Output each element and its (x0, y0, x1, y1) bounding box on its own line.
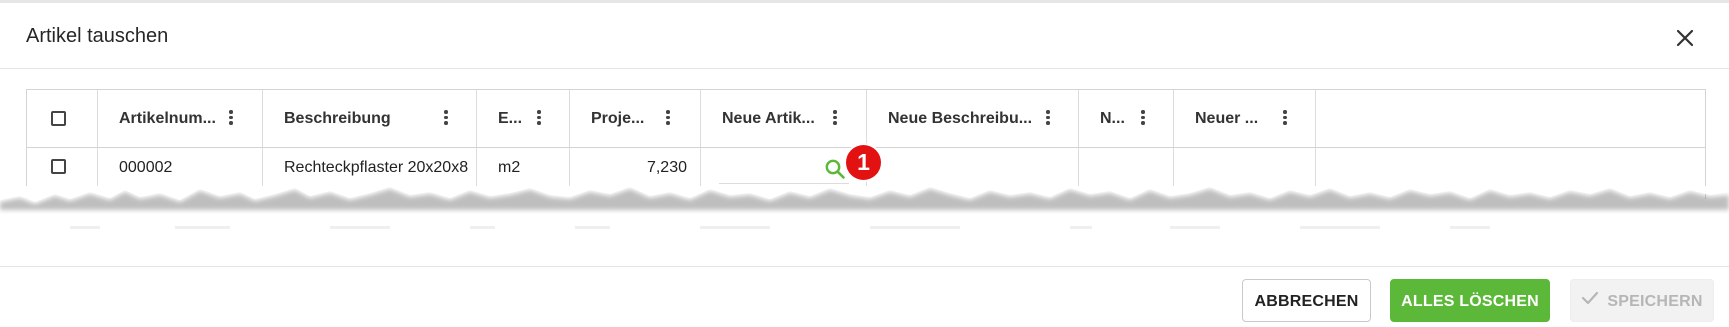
swap-article-dialog: Artikel tauschen Artikelnum... Beschreib… (0, 0, 1729, 327)
grid-header-row: Artikelnum... Beschreibung E... Proje...… (27, 90, 1705, 148)
cell-artikelnummer[interactable]: 000002 (98, 148, 263, 188)
header-cell-artikelnummer[interactable]: Artikelnum... (98, 90, 263, 147)
beschreibung-value: Rechteckpflaster 20x20x8 (284, 159, 469, 176)
annotation-badge: 1 (846, 145, 881, 180)
cell-neue-beschreibung[interactable] (867, 148, 1079, 188)
save-button[interactable]: SPEICHERN (1570, 279, 1714, 322)
dialog-title: Artikel tauschen (26, 25, 169, 47)
row-checkbox[interactable] (51, 159, 66, 174)
header-cell-projektmenge[interactable]: Proje... (570, 90, 701, 147)
select-all-checkbox[interactable] (51, 111, 66, 126)
column-header-beschreibung: Beschreibung (284, 110, 391, 127)
check-icon (1581, 279, 1599, 322)
column-header-neuer-preis: Neuer ... (1195, 110, 1259, 127)
column-menu-icon[interactable] (1281, 110, 1289, 128)
column-menu-icon[interactable] (664, 110, 672, 128)
projektmenge-value: 7,230 (646, 159, 687, 176)
artikelnummer-value: 000002 (119, 159, 173, 176)
cell-neue-artikelnummer[interactable] (701, 148, 867, 188)
row-select-cell (27, 148, 98, 188)
column-menu-icon[interactable] (1139, 110, 1147, 128)
header-cell-einheit[interactable]: E... (477, 90, 570, 147)
close-icon[interactable] (1670, 23, 1700, 53)
torn-edge-divider (0, 186, 1729, 266)
header-cell-neue-artikelnummer[interactable]: Neue Artik... (701, 90, 867, 147)
einheit-value: m2 (498, 159, 521, 176)
articles-grid: Artikelnum... Beschreibung E... Proje...… (26, 89, 1706, 199)
header-cell-select (27, 90, 98, 147)
header-cell-beschreibung[interactable]: Beschreibung (263, 90, 477, 147)
cancel-button[interactable]: ABBRECHEN (1242, 279, 1371, 322)
delete-all-button[interactable]: ALLES LÖSCHEN (1390, 279, 1550, 322)
cell-beschreibung[interactable]: Rechteckpflaster 20x20x8 (263, 148, 477, 188)
column-menu-icon[interactable] (535, 110, 543, 128)
column-menu-icon[interactable] (1044, 110, 1052, 128)
column-header-neue-einheit: N... (1100, 110, 1125, 127)
search-icon[interactable] (824, 158, 846, 180)
column-menu-icon[interactable] (227, 110, 235, 128)
save-button-label: SPEICHERN (1607, 293, 1703, 310)
cell-neue-einheit[interactable] (1079, 148, 1174, 188)
column-menu-icon[interactable] (442, 110, 450, 128)
column-header-neue-beschreibung: Neue Beschreibu... (888, 110, 1033, 127)
header-cell-neue-beschreibung[interactable]: Neue Beschreibu... (867, 90, 1079, 147)
cell-projektmenge[interactable]: 7,230 (570, 148, 701, 188)
cell-einheit[interactable]: m2 (477, 148, 570, 188)
column-header-projektmenge: Proje... (591, 110, 645, 127)
cell-neuer-preis[interactable] (1174, 148, 1316, 188)
article-search-underline (719, 183, 849, 184)
header-cell-neue-einheit[interactable]: N... (1079, 90, 1174, 147)
column-menu-icon[interactable] (831, 110, 839, 128)
header-cell-neuer-preis[interactable]: Neuer ... (1174, 90, 1316, 147)
dialog-footer: ABBRECHEN ALLES LÖSCHEN SPEICHERN (0, 266, 1729, 327)
dialog-header: Artikel tauschen (0, 3, 1729, 69)
column-header-neue-artikelnummer: Neue Artik... (722, 110, 815, 127)
column-header-artikelnummer: Artikelnum... (119, 110, 216, 127)
column-header-einheit: E... (498, 110, 523, 127)
